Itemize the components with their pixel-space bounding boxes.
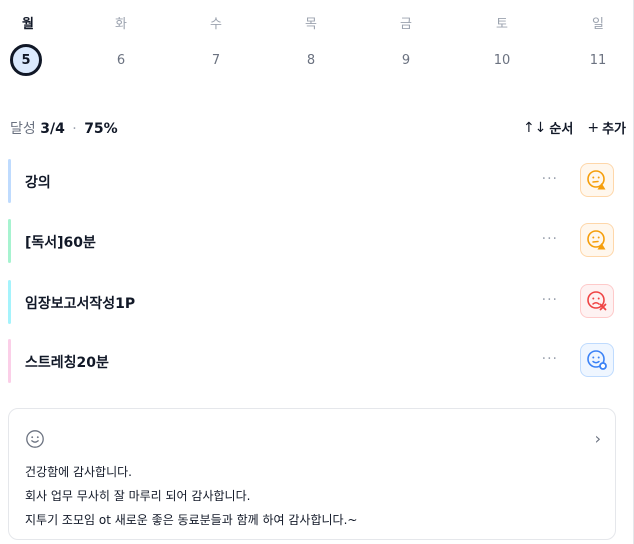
task-item[interactable]: 임장보고서작성1P ··· xyxy=(8,280,620,324)
sort-icon: ↑↓ xyxy=(522,119,547,136)
week-strip: 월 5 화 6 수 7 목 8 금 9 토 10 일 11 xyxy=(0,0,634,80)
task-item[interactable]: 강의 ··· xyxy=(8,159,620,203)
day-name: 월 xyxy=(22,17,34,32)
day-name: 수 xyxy=(210,17,222,32)
task-label: 스트레칭20분 xyxy=(25,355,109,371)
summary-percent: 75% xyxy=(84,121,118,137)
achievement-summary: 달성 3/4 · 75% xyxy=(10,118,118,138)
task-color-bar xyxy=(8,339,11,383)
task-label: [독서]60분 xyxy=(25,235,96,251)
task-color-bar xyxy=(8,159,11,203)
gratitude-line: 회사 업무 무사히 잘 마루리 되어 감사합니다. xyxy=(25,489,251,503)
status-button[interactable] xyxy=(580,284,614,318)
task-color-bar xyxy=(8,280,11,324)
task-item[interactable]: 스트레칭20분 ··· xyxy=(8,339,620,383)
gratitude-card[interactable]: › 건강함에 감사합니다. 회사 업무 무사히 잘 마루리 되어 감사합니다. … xyxy=(8,408,616,540)
status-button[interactable] xyxy=(580,343,614,377)
day-name: 일 xyxy=(592,17,604,32)
day-number: 11 xyxy=(589,53,607,68)
task-label: 임장보고서작성1P xyxy=(25,296,136,312)
list-actions: ↑↓ 순서 + 추가 xyxy=(522,118,626,138)
day-number: 6 xyxy=(116,53,126,68)
smile-icon xyxy=(26,430,44,448)
warning-face-icon xyxy=(587,170,606,190)
task-item[interactable]: [독서]60분 ··· xyxy=(8,219,620,263)
chevron-right-icon[interactable]: › xyxy=(595,429,601,448)
more-options-icon[interactable]: ··· xyxy=(542,351,558,367)
status-button[interactable] xyxy=(580,223,614,257)
gratitude-line: 건강함에 감사합니다. xyxy=(25,465,132,479)
task-label: 강의 xyxy=(25,175,51,191)
summary-count: 3/4 xyxy=(40,121,65,137)
gratitude-line: 지투기 조모임 ot 새로운 좋은 동료분들과 함께 하여 감사합니다.~ xyxy=(25,513,358,527)
day-name: 목 xyxy=(305,17,317,32)
gratitude-text: 건강함에 감사합니다. 회사 업무 무사히 잘 마루리 되어 감사합니다. 지투… xyxy=(25,460,357,532)
more-options-icon[interactable]: ··· xyxy=(542,171,558,187)
warning-face-icon xyxy=(587,230,606,250)
day-name: 토 xyxy=(496,17,508,32)
task-color-bar xyxy=(8,219,11,263)
day-number: 7 xyxy=(211,53,221,68)
day-number: 10 xyxy=(493,53,511,68)
day-number: 9 xyxy=(401,53,411,68)
day-name: 화 xyxy=(115,17,127,32)
more-options-icon[interactable]: ··· xyxy=(542,231,558,247)
sort-button[interactable]: ↑↓ 순서 xyxy=(522,118,574,138)
sort-label: 순서 xyxy=(549,122,574,137)
add-label: 추가 xyxy=(602,122,626,137)
summary-separator: · xyxy=(72,121,77,137)
summary-label: 달성 xyxy=(10,121,36,137)
fail-face-icon xyxy=(587,291,607,311)
selected-date[interactable]: 5 xyxy=(10,44,42,76)
more-options-icon[interactable]: ··· xyxy=(542,292,558,308)
done-face-icon xyxy=(587,350,607,370)
day-number: 8 xyxy=(306,53,316,68)
day-name: 금 xyxy=(400,17,412,32)
status-button[interactable] xyxy=(580,163,614,197)
plus-icon: + xyxy=(587,119,600,136)
add-button[interactable]: + 추가 xyxy=(587,118,626,138)
